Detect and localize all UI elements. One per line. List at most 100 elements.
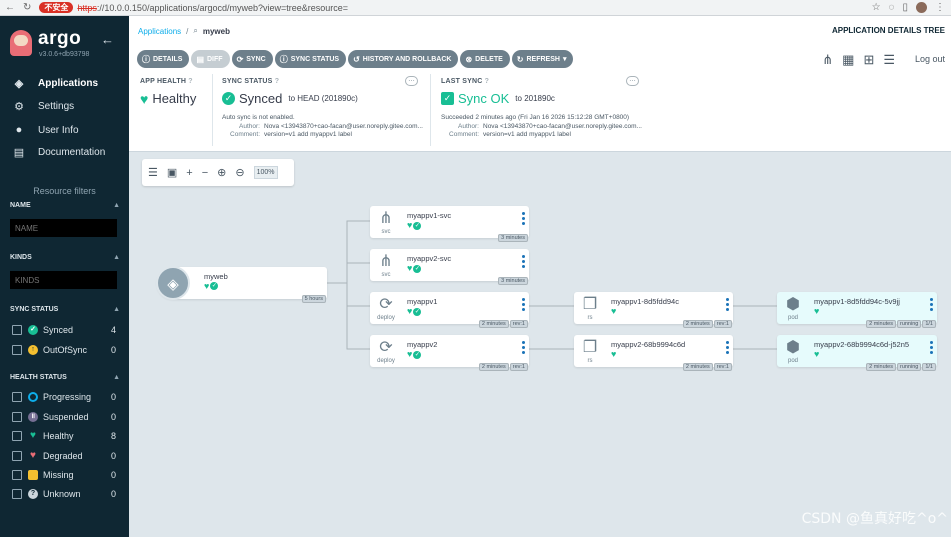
checkbox[interactable] xyxy=(12,345,22,355)
filter-option-outofsync[interactable]: ↑ OutOfSync 0 xyxy=(12,345,116,355)
help-icon[interactable]: ? xyxy=(188,78,192,85)
filter-option-count: 0 xyxy=(110,489,116,499)
tree-node-svc[interactable]: ⋔ svc myappv1-svc ♥ ✓ 3 minutes xyxy=(370,206,529,242)
sidepanel-icon[interactable]: ▯ xyxy=(902,2,908,13)
checkbox[interactable] xyxy=(12,451,22,461)
address-bar[interactable]: https://10.0.0.150/applications/argocd/m… xyxy=(77,3,348,13)
filter-option-progressing[interactable]: Progressing 0 xyxy=(12,392,116,402)
extension-icon[interactable]: ◌ xyxy=(889,2,895,13)
service-icon: ⋔ xyxy=(379,210,393,227)
collapse-icon[interactable]: ▲ xyxy=(113,306,120,313)
sync-status-more-button[interactable]: … xyxy=(405,76,418,86)
search-icon[interactable]: ⌕ xyxy=(193,26,197,36)
tree-node-pod[interactable]: ⬢ pod myappv2-68b9994c6d-j52n5 ♥ 2 minut… xyxy=(777,335,937,371)
sync-status-filter-header[interactable]: SYNC STATUS ▲ xyxy=(10,306,120,313)
collapse-icon[interactable]: ▲ xyxy=(113,254,120,261)
resource-tree-canvas[interactable]: ☰ ▣ + − ⊕ ⊖ 100% ◈ myweb ♥ ✓ 5 hours ⋔ s… xyxy=(129,153,951,537)
sync-button[interactable]: ⟳ SYNC xyxy=(231,50,273,68)
docs-icon: ▤ xyxy=(13,147,25,159)
history-rollback-button[interactable]: ↺ HISTORY AND ROLLBACK xyxy=(348,50,459,68)
filter-option-label: Missing xyxy=(43,470,74,480)
layers-icon: ◈ xyxy=(14,78,24,90)
checkbox[interactable] xyxy=(12,412,22,422)
help-icon[interactable]: ? xyxy=(485,78,489,85)
list-view-icon[interactable]: ☰ xyxy=(883,52,895,68)
collapse-icon[interactable]: ▲ xyxy=(113,374,120,381)
filter-option-healthy[interactable]: ♥ Healthy 8 xyxy=(12,431,116,441)
reload-icon[interactable]: ↻ xyxy=(23,2,31,13)
filter-option-missing[interactable]: Missing 0 xyxy=(12,470,116,480)
delete-button[interactable]: ⊗ DELETE xyxy=(460,50,510,68)
last-sync-more-button[interactable]: … xyxy=(626,76,639,86)
sync-status-button[interactable]: ⓘ SYNC STATUS xyxy=(274,50,347,68)
node-menu-icon[interactable] xyxy=(929,341,933,354)
tree-node-deploy[interactable]: ⟳ deploy myappv2 ♥ ✓ 2 minutes rev:1 xyxy=(370,335,529,371)
app-node-myweb[interactable]: ◈ myweb ♥ ✓ 5 hours xyxy=(156,266,327,303)
sync-note: Auto sync is not enabled. xyxy=(222,114,295,121)
tree-node-rs[interactable]: ❐ rs myappv2-68b9994c6d ♥ 2 minutes rev:1 xyxy=(574,335,733,371)
health-status-filter-header[interactable]: HEALTH STATUS ▲ xyxy=(10,374,120,381)
heart-icon: ♥ xyxy=(407,349,413,359)
question-circle-icon: ? xyxy=(28,489,38,499)
avatar[interactable] xyxy=(916,2,927,13)
kinds-filter-header[interactable]: KINDS ▲ xyxy=(10,254,120,261)
tree-view-icon[interactable]: ⋔ xyxy=(822,52,833,68)
logout-label: Log out xyxy=(914,54,945,64)
sidebar-item-documentation[interactable]: ▤ Documentation xyxy=(12,146,105,159)
breadcrumb-applications[interactable]: Applications xyxy=(138,27,181,36)
back-icon[interactable]: ← xyxy=(5,2,15,13)
filter-option-synced[interactable]: ✓ Synced 4 xyxy=(12,325,116,335)
node-menu-icon[interactable] xyxy=(521,341,525,354)
sidebar-item-user-info[interactable]: ● User Info xyxy=(12,124,79,136)
checkbox[interactable] xyxy=(12,470,22,480)
name-filter-header[interactable]: NAME ▲ xyxy=(10,202,120,209)
checkbox[interactable] xyxy=(12,489,22,499)
user-icon: ● xyxy=(15,124,23,136)
node-menu-icon[interactable] xyxy=(725,341,729,354)
checkbox[interactable] xyxy=(12,392,22,402)
filter-option-suspended[interactable]: ॥ Suspended 0 xyxy=(12,412,116,422)
tree-node-rs[interactable]: ❐ rs myappv1-8d5fdd94c ♥ 2 minutes rev:1 xyxy=(574,292,733,328)
diff-button[interactable]: ▤ DIFF xyxy=(191,50,230,68)
collapse-icon[interactable]: ▲ xyxy=(113,202,120,209)
pods-view-icon[interactable]: ▦ xyxy=(842,52,854,68)
logout-link[interactable]: Log out xyxy=(915,54,945,64)
kinds-filter-input[interactable] xyxy=(10,271,117,289)
tree-node-svc[interactable]: ⋔ svc myappv2-svc ♥ ✓ 3 minutes xyxy=(370,249,529,285)
help-icon[interactable]: ? xyxy=(275,78,279,85)
filter-option-degraded[interactable]: ♥ Degraded 0 xyxy=(12,451,116,461)
sync-icon: ⟳ xyxy=(236,54,244,64)
node-name: myweb xyxy=(204,272,228,281)
replicaset-icon: ❐ xyxy=(582,339,598,356)
node-menu-icon[interactable] xyxy=(929,298,933,311)
progress-circle-icon xyxy=(28,392,38,402)
refresh-button[interactable]: ↻ REFRESH ▾ xyxy=(511,50,574,68)
name-filter-input[interactable] xyxy=(10,219,117,237)
button-label: HISTORY AND ROLLBACK xyxy=(362,55,452,63)
node-status: ♥ xyxy=(611,307,616,316)
tree-node-deploy[interactable]: ⟳ deploy myappv1 ♥ ✓ 2 minutes rev:1 xyxy=(370,292,529,328)
node-tag: 1/1 xyxy=(922,363,936,371)
details-button[interactable]: ⓘ DETAILS xyxy=(137,50,190,68)
node-menu-icon[interactable] xyxy=(521,212,525,225)
network-view-icon[interactable]: ⊞ xyxy=(863,52,874,68)
node-name: myappv2-svc xyxy=(407,254,452,263)
node-menu-icon[interactable] xyxy=(521,298,525,311)
browser-toolbar: ← ↻ 不安全 https://10.0.0.150/applications/… xyxy=(0,0,951,16)
filter-option-unknown[interactable]: ? Unknown 0 xyxy=(12,489,116,499)
menu-icon[interactable]: ⋮ xyxy=(935,2,945,13)
node-name: myappv1-svc xyxy=(407,211,452,220)
insecure-badge[interactable]: 不安全 xyxy=(39,2,74,13)
checkbox[interactable] xyxy=(12,325,22,335)
collapse-sidebar-icon[interactable]: ← xyxy=(101,32,114,47)
checkbox[interactable] xyxy=(12,431,22,441)
node-menu-icon[interactable] xyxy=(725,298,729,311)
star-icon[interactable]: ☆ xyxy=(872,2,881,13)
sidebar-item-applications[interactable]: ◈ Applications xyxy=(12,77,98,90)
node-menu-icon[interactable] xyxy=(521,255,525,268)
node-tags: 2 minutes running 1/1 xyxy=(866,320,936,328)
divider xyxy=(430,74,431,146)
tree-node-pod[interactable]: ⬢ pod myappv1-8d5fdd94c-5v9jj ♥ 2 minute… xyxy=(777,292,937,328)
node-kind: deploy xyxy=(377,358,395,364)
sidebar-item-settings[interactable]: ⚙ Settings xyxy=(12,100,74,113)
